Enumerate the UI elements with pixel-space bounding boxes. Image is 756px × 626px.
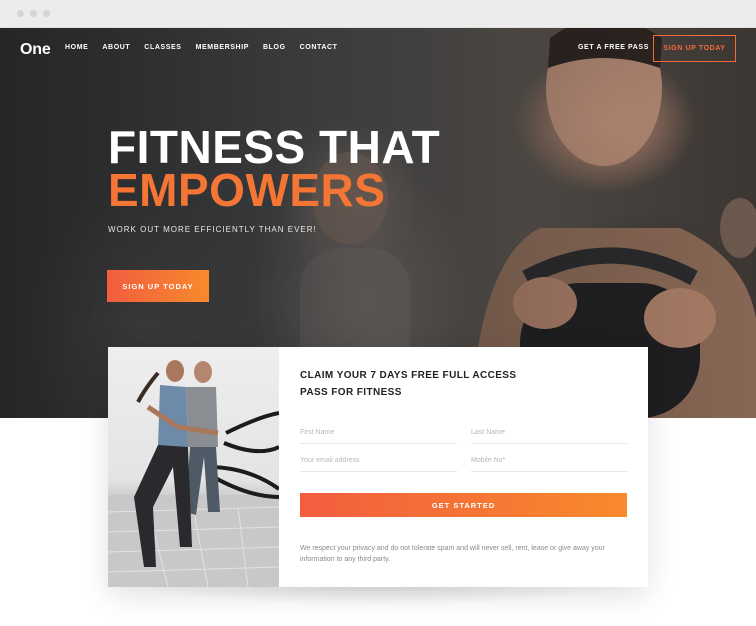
nav-about[interactable]: ABOUT <box>102 44 130 51</box>
free-pass-link[interactable]: GET A FREE PASS <box>578 44 649 51</box>
battle-ropes-illustration <box>108 360 279 587</box>
nav-home[interactable]: HOME <box>65 44 88 51</box>
form-title: CLAIM YOUR 7 DAYS FREE FULL ACCESS PASS … <box>300 370 517 398</box>
main-nav: HOME ABOUT CLASSES MEMBERSHIP BLOG CONTA… <box>65 44 338 51</box>
brand-logo[interactable]: One <box>20 41 51 59</box>
nav-classes[interactable]: CLASSES <box>144 44 181 51</box>
window-minimize-dot[interactable] <box>30 10 37 17</box>
hero-signup-button[interactable]: SIGN UP TODAY <box>107 270 209 302</box>
nav-contact[interactable]: CONTACT <box>300 44 338 51</box>
hero-title-accent: EMPOWERS <box>108 164 386 216</box>
email-field[interactable]: Your email address <box>300 455 457 472</box>
hero-subtitle: WORK OUT MORE EFFICIENTLY THAN EVER! <box>108 225 317 234</box>
mobile-field[interactable]: Mobile No* <box>471 455 627 472</box>
window-close-dot[interactable] <box>17 10 24 17</box>
nav-blog[interactable]: BLOG <box>263 44 286 51</box>
last-name-field[interactable]: Last Name <box>471 427 627 444</box>
window-maximize-dot[interactable] <box>43 10 50 17</box>
header-signup-button[interactable]: SIGN UP TODAY <box>653 35 736 62</box>
free-pass-form-card: CLAIM YOUR 7 DAYS FREE FULL ACCESS PASS … <box>108 347 648 587</box>
get-started-button[interactable]: GET STARTED <box>300 493 627 517</box>
privacy-note: We respect your privacy and do not toler… <box>300 545 605 563</box>
workout-photo <box>108 347 279 587</box>
first-name-field[interactable]: First Name <box>300 427 457 444</box>
nav-membership[interactable]: MEMBERSHIP <box>196 44 249 51</box>
browser-title-bar <box>0 0 756 28</box>
